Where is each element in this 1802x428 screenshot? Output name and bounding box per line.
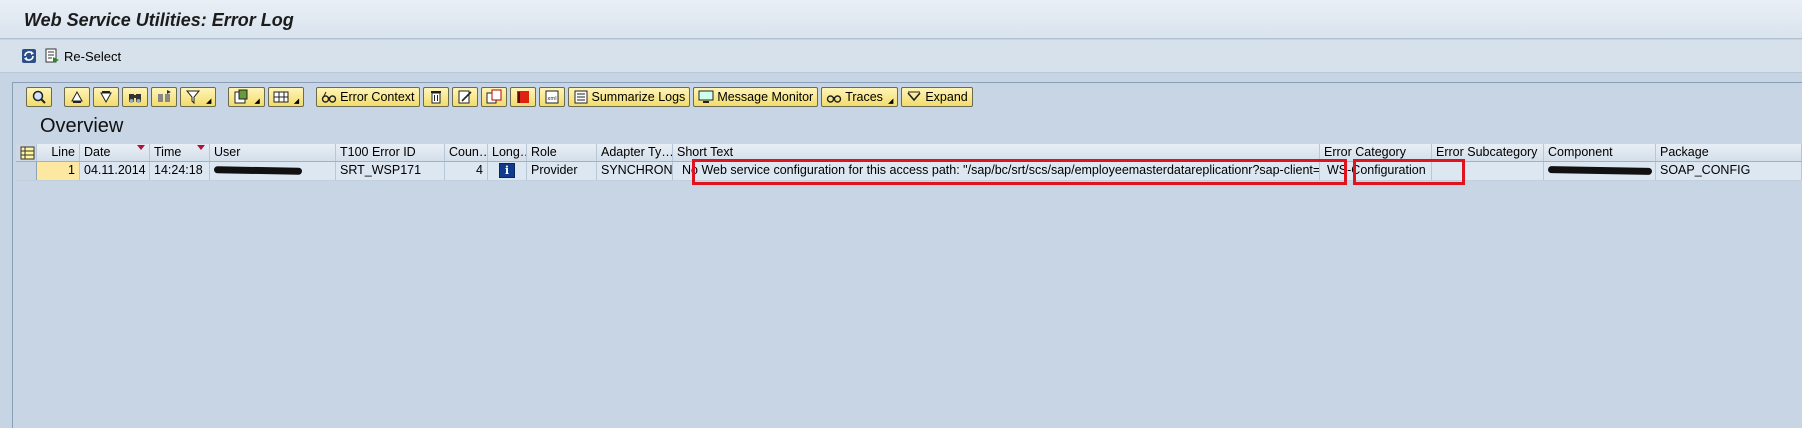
cell-long-text[interactable]: i [488,162,527,180]
traces-label: Traces [845,90,883,104]
cell-count[interactable]: 4 [445,162,488,180]
filter-icon [185,90,201,105]
flag-button[interactable] [509,87,536,107]
info-icon[interactable]: i [499,163,515,178]
edit-document-button[interactable] [451,87,478,107]
filter-button[interactable]: ◢ [180,87,217,107]
column-header-user[interactable]: User [210,144,336,161]
sort-descending-button[interactable] [93,87,119,107]
delete-button[interactable] [422,87,449,107]
alv-toolbar: ◢ ◢ ◢ Error Context xml Summarize Logs M… [26,86,973,108]
export-button[interactable]: ◢ [228,87,265,107]
dropdown-arrow-icon: ◢ [254,98,260,105]
column-header-count[interactable]: Coun… [445,144,488,161]
cell-error-subcategory[interactable] [1432,162,1544,180]
overview-title: Overview [40,115,124,137]
error-context-label: Error Context [340,90,415,104]
sort-indicator-icon [137,145,145,150]
row-selector[interactable] [16,162,37,180]
dropdown-arrow-icon: ◢ [293,98,300,105]
copy-button[interactable] [480,87,507,107]
magnifier-icon [32,90,46,104]
column-header-adapter-type[interactable]: Adapter Ty… [597,144,673,161]
red-flag-icon [516,91,529,103]
copy-icon [486,89,502,104]
column-header-error-subcategory[interactable]: Error Subcategory [1432,144,1544,161]
column-header-date[interactable]: Date [80,144,150,161]
refresh-icon[interactable] [21,48,37,64]
column-header-time[interactable]: Time [150,144,210,161]
svg-text:xml: xml [547,96,556,102]
find-button[interactable] [122,87,148,107]
dropdown-arrow-icon: ◢ [887,98,894,105]
column-header-t100-error-id[interactable]: T100 Error ID [336,144,445,161]
sort-descending-icon [100,91,112,104]
details-button[interactable] [26,87,52,107]
reselect-icon [45,48,59,63]
cell-date[interactable]: 04.11.2014 [80,162,150,180]
sort-ascending-icon [71,90,83,103]
summarize-icon [574,90,588,104]
column-header-error-category[interactable]: Error Category [1320,144,1432,161]
layout-button[interactable]: ◢ [267,87,305,107]
redacted-user [213,166,303,175]
message-monitor-label: Message Monitor [717,90,814,104]
export-icon [234,89,248,104]
find-next-icon [158,90,171,102]
expand-label: Expand [925,90,968,104]
monitor-icon [698,90,714,103]
table-settings-icon [20,146,35,160]
column-header-short-text[interactable]: Short Text [673,144,1320,161]
summarize-logs-button[interactable]: Summarize Logs [567,87,691,107]
reselect-label: Re-Select [64,48,122,64]
document-edit-icon [458,90,472,104]
cell-error-category[interactable]: WS-Configuration [1320,162,1432,180]
cell-time[interactable]: 14:24:18 [150,162,210,180]
cell-adapter-type[interactable]: SYNCHRON [597,162,673,180]
binoculars-icon [129,94,141,103]
window-title: Web Service Utilities: Error Log [24,10,294,30]
sort-indicator-icon [197,145,205,150]
column-header-line[interactable]: Line [37,144,80,161]
alv-grid-panel [12,82,1802,428]
expand-button[interactable]: Expand [901,87,973,107]
glasses-icon [321,91,337,103]
summarize-logs-label: Summarize Logs [591,90,686,104]
trash-icon [430,91,441,104]
error-context-button[interactable]: Error Context [316,87,420,107]
traces-button[interactable]: Traces ◢ [821,87,899,107]
table-row[interactable]: 1 04.11.2014 14:24:18 SRT_WSP171 4 i Pro… [16,162,1802,181]
reselect-button[interactable]: Re-Select [44,47,121,65]
cell-user[interactable] [210,162,336,180]
redacted-component [1547,166,1653,176]
column-header-component[interactable]: Component [1544,144,1656,161]
cell-t100-error-id[interactable]: SRT_WSP171 [336,162,445,180]
application-toolbar: Re-Select [0,40,1802,73]
sort-ascending-button[interactable] [64,87,90,107]
column-header-role[interactable]: Role [527,144,597,161]
error-log-table: Line Date Time User T100 Error ID Coun… … [16,144,1802,181]
column-header-package[interactable]: Package [1656,144,1802,161]
title-bar: Web Service Utilities: Error Log [0,0,1802,39]
cell-role[interactable]: Provider [527,162,597,180]
xml-document-icon: xml [545,90,559,104]
cell-component[interactable] [1544,162,1656,180]
expand-icon [907,91,921,102]
layout-grid-icon [273,91,289,103]
table-header-row: Line Date Time User T100 Error ID Coun… … [16,144,1802,162]
select-all-button[interactable] [16,144,37,161]
find-next-button[interactable] [151,87,177,107]
cell-line[interactable]: 1 [37,162,80,180]
message-monitor-button[interactable]: Message Monitor [693,87,819,107]
dropdown-arrow-icon: ◢ [206,98,212,105]
xml-button[interactable]: xml [538,87,565,107]
glasses-icon [826,95,842,103]
column-header-long-text[interactable]: Long… [488,144,527,161]
cell-package[interactable]: SOAP_CONFIG [1656,162,1802,180]
cell-short-text[interactable]: No Web service configuration for this ac… [673,162,1320,180]
